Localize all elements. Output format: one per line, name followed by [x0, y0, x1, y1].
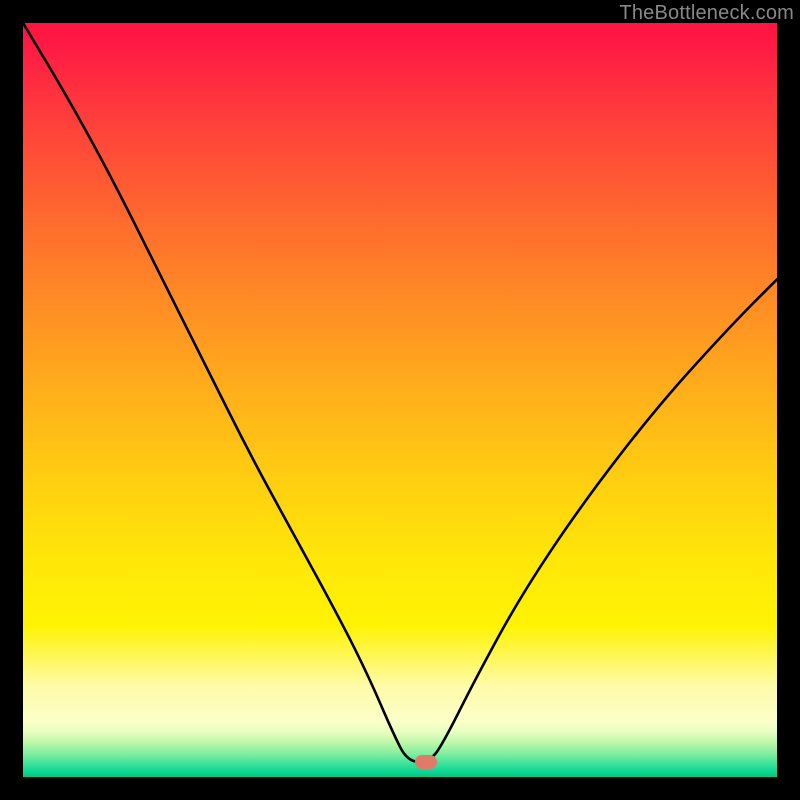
- chart-plot-area: [23, 23, 777, 777]
- optimal-point-marker: [415, 755, 437, 769]
- chart-frame: TheBottleneck.com: [0, 0, 800, 800]
- watermark-text: TheBottleneck.com: [619, 2, 794, 25]
- curve-path: [23, 23, 777, 762]
- bottleneck-curve: [23, 23, 777, 777]
